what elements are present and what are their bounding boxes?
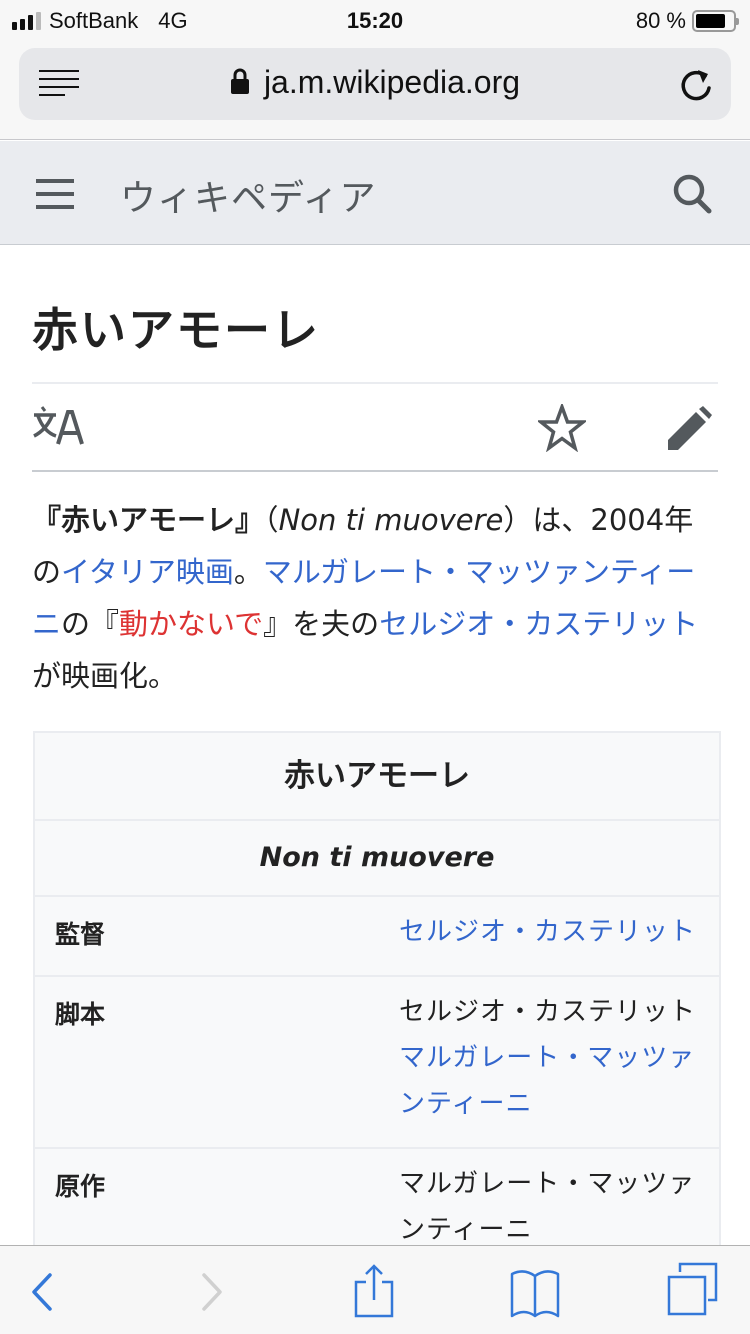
lead-bold-title: 『赤いアモーレ』: [32, 503, 265, 537]
battery-level-fill: [696, 14, 725, 28]
bookmarks-icon[interactable]: [508, 1266, 562, 1318]
link-italy-film[interactable]: イタリア映画: [61, 555, 234, 589]
infobox-row-value: セルジオ・カステリット: [399, 909, 699, 955]
link-novel-redlink[interactable]: 動かないで: [119, 607, 263, 641]
forward-chevron-icon[interactable]: [196, 1272, 226, 1312]
reload-icon[interactable]: [679, 66, 715, 104]
share-icon[interactable]: [352, 1262, 396, 1318]
hamburger-menu-icon[interactable]: [36, 179, 74, 209]
infobox-row: 監督 セルジオ・カステリット: [35, 897, 719, 977]
infobox-row-label: 脚本: [55, 1000, 106, 1029]
infobox-title: 赤いアモーレ: [35, 733, 719, 821]
infobox-row-value: セルジオ・カステリットマルガレート・マッツァ ンティーニ: [399, 989, 699, 1127]
language-icon[interactable]: [32, 402, 86, 448]
infobox-value-link[interactable]: ンティーニ: [399, 1081, 699, 1127]
title-divider: [32, 382, 718, 384]
star-icon[interactable]: [538, 404, 586, 452]
infobox-value-link[interactable]: セルジオ・カステリット: [399, 909, 699, 955]
back-chevron-icon[interactable]: [28, 1272, 58, 1312]
wiki-header: ウィキペディア: [0, 141, 750, 245]
status-bar: SoftBank 4G 15:20 80 %: [0, 0, 750, 42]
infobox-row-value: マルガレート・マッツァ ンティーニ: [399, 1161, 699, 1253]
infobox-subtitle: Non ti muovere: [35, 821, 719, 897]
lead-italic-title: Non ti muovere: [278, 503, 504, 537]
browser-address-bar: ja.m.wikipedia.org: [0, 42, 750, 140]
safari-toolbar: [0, 1245, 750, 1334]
battery-icon: [692, 10, 739, 32]
infobox-value-text: セルジオ・カステリット: [399, 997, 697, 1027]
infobox-value-text: マルガレート・マッツァ: [399, 1169, 696, 1199]
lock-icon: [230, 68, 249, 94]
wikipedia-logo[interactable]: ウィキペディア: [120, 169, 376, 221]
url-field[interactable]: ja.m.wikipedia.org: [19, 48, 731, 120]
infobox-row: 脚本 セルジオ・カステリットマルガレート・マッツァ ンティーニ: [35, 977, 719, 1149]
url-text[interactable]: ja.m.wikipedia.org: [264, 64, 520, 100]
infobox-row-label: 原作: [55, 1172, 106, 1201]
infobox-value-link[interactable]: マルガレート・マッツァ: [399, 1035, 699, 1081]
infobox-row-label: 監督: [55, 920, 106, 949]
infobox: 赤いアモーレ Non ti muovere 監督 セルジオ・カステリット 脚本 セルジ…: [33, 731, 721, 1277]
battery-percentage: 80 %: [635, 8, 686, 33]
lead-paragraph: 『赤いアモーレ』（Non ti muovere）は、2004年のイタリア映画。マ…: [32, 503, 699, 693]
tabs-icon[interactable]: [666, 1262, 720, 1318]
pencil-icon[interactable]: [666, 406, 712, 452]
search-icon[interactable]: [672, 173, 714, 215]
actions-divider: [32, 470, 718, 472]
page-title: 赤いアモーレ: [32, 303, 320, 357]
link-director[interactable]: セルジオ・カステリット: [379, 607, 698, 641]
